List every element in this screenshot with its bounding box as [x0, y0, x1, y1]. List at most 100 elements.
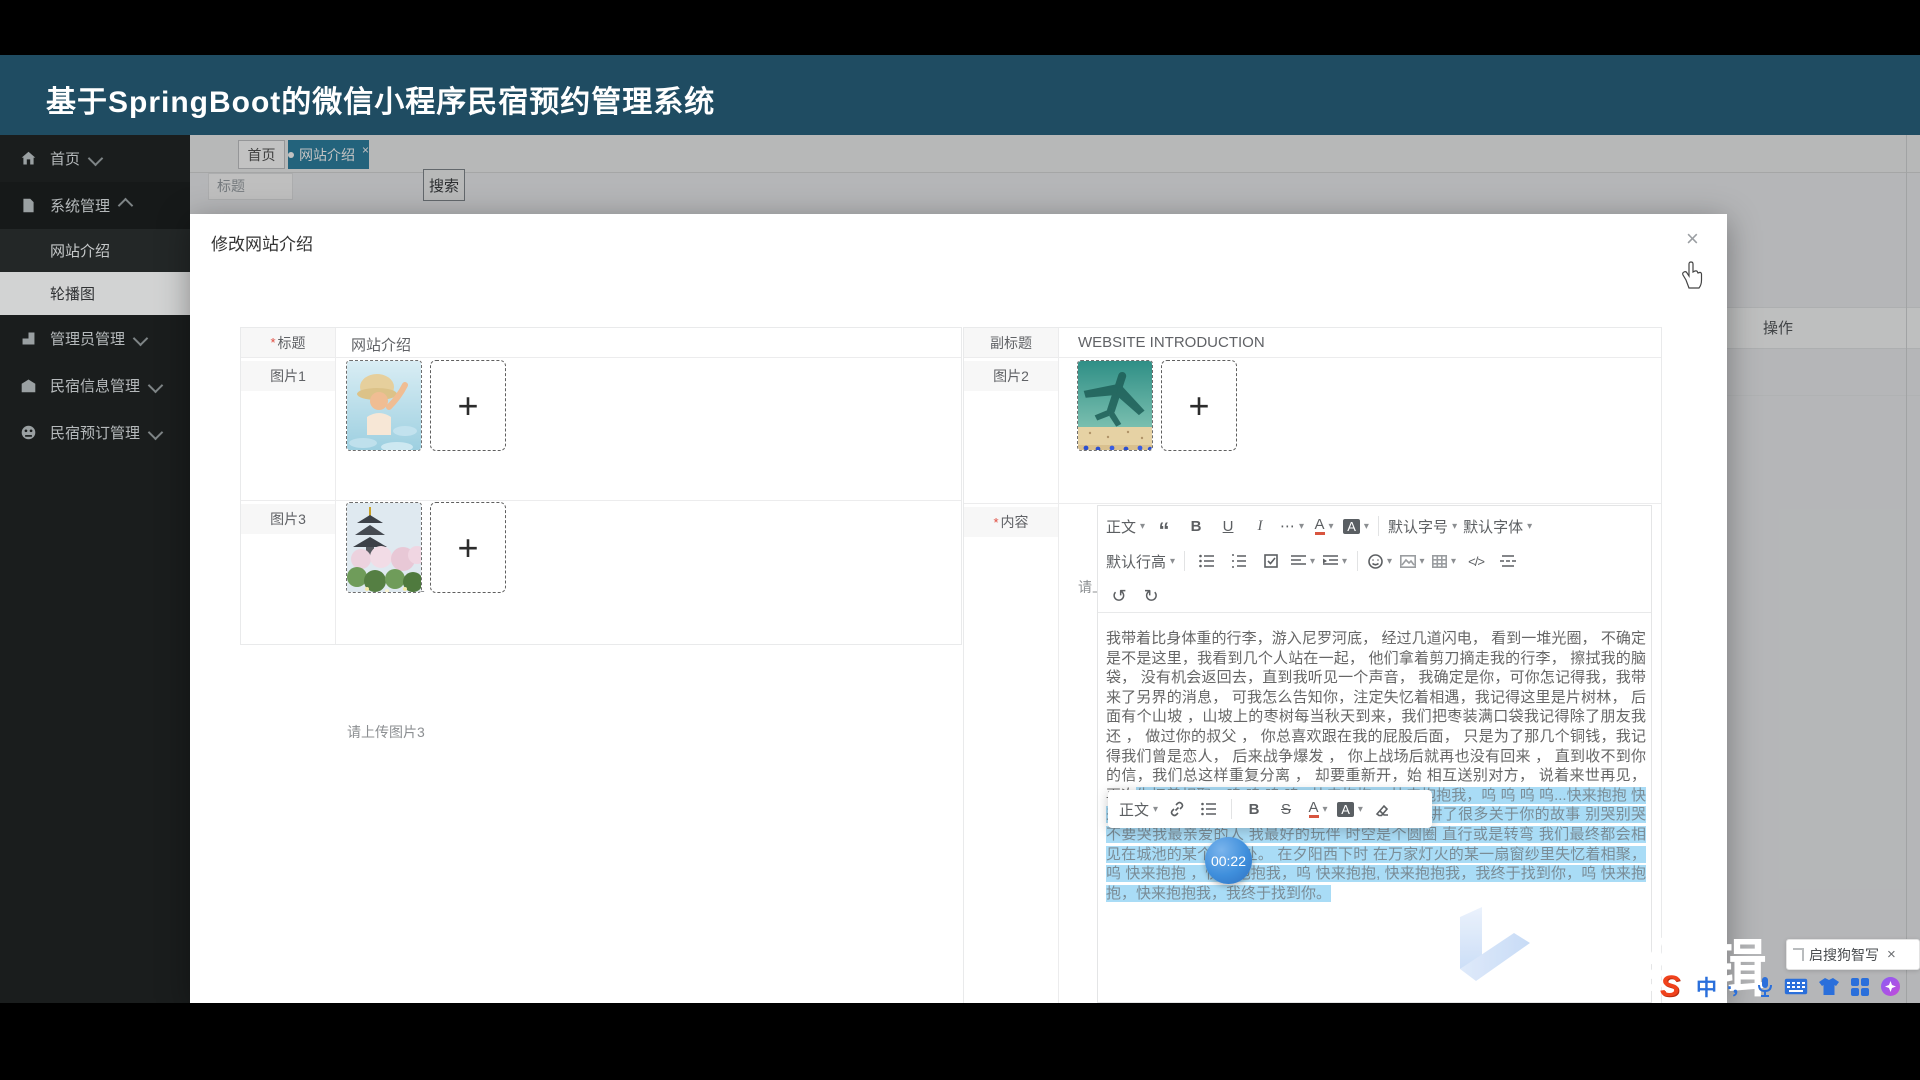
- font-color-button[interactable]: A: [1309, 801, 1319, 818]
- divider: [964, 357, 1661, 358]
- chevron-up-icon: [118, 198, 134, 214]
- numbered-list-icon[interactable]: [1226, 548, 1252, 574]
- sidebar-item-admin-mgmt[interactable]: 管理员管理: [0, 315, 190, 362]
- sogou-logo[interactable]: S: [1660, 970, 1680, 1004]
- smart-assistant-icon[interactable]: [1880, 976, 1901, 997]
- code-icon[interactable]: </>: [1463, 548, 1489, 574]
- ime-language-toggle[interactable]: 中: [1696, 972, 1717, 1002]
- bold-button[interactable]: B: [1241, 796, 1267, 822]
- font-color-button[interactable]: A: [1315, 518, 1325, 535]
- split-line-icon[interactable]: [1495, 548, 1521, 574]
- chevron-down-icon: [88, 151, 104, 167]
- image2-thumbnail[interactable]: [1077, 360, 1153, 451]
- sidebar-item-label: 民宿预订管理: [50, 422, 140, 443]
- link-icon[interactable]: [1164, 796, 1190, 822]
- skin-icon[interactable]: [1818, 977, 1840, 996]
- hand-cursor: [1680, 260, 1704, 290]
- align-dropdown-icon[interactable]: [1290, 548, 1316, 574]
- toolbox-grid-icon[interactable]: [1850, 977, 1870, 997]
- paragraph-style-dropdown[interactable]: 正文: [1119, 796, 1158, 822]
- bg-color-button[interactable]: A: [1337, 802, 1354, 817]
- sidebar-item-homestay-booking[interactable]: 民宿预订管理: [0, 409, 190, 456]
- image3-hint: 请上传图片3: [347, 722, 425, 742]
- sidebar-item-label: 首页: [50, 148, 80, 169]
- subtitle-label: 副标题: [964, 328, 1058, 357]
- bold-button[interactable]: B: [1183, 513, 1209, 539]
- sidebar-item-home[interactable]: 首页: [0, 135, 190, 182]
- more-styles-dropdown[interactable]: ⋯: [1279, 513, 1305, 539]
- sidebar-subitem-website-intro[interactable]: 网站介绍: [0, 229, 190, 272]
- home-icon: [20, 150, 37, 167]
- mic-icon[interactable]: [1756, 976, 1774, 998]
- window-icon: [20, 330, 37, 347]
- divider: [1184, 551, 1185, 571]
- todo-list-icon[interactable]: [1258, 548, 1284, 574]
- underline-button[interactable]: U: [1215, 513, 1241, 539]
- keyboard-icon[interactable]: [1784, 978, 1808, 995]
- editor-toolbar-row3: ↺ ↻: [1098, 578, 1651, 614]
- ime-punctuation-toggle[interactable]: ·，: [1727, 974, 1747, 1000]
- image2-upload-button[interactable]: +: [1161, 360, 1237, 451]
- divider: [1378, 516, 1379, 536]
- content-label: * 内容: [964, 507, 1058, 537]
- image1-thumbnail[interactable]: [346, 360, 422, 451]
- chevron-down-icon: [148, 425, 164, 441]
- divider: [1231, 799, 1232, 819]
- table-dropdown-icon[interactable]: [1431, 548, 1457, 574]
- bullet-list-icon[interactable]: [1194, 548, 1220, 574]
- clear-format-icon[interactable]: [1369, 796, 1395, 822]
- content-text: 我带着比身体重的行李，游入尼罗河底， 经过几道闪电， 看到一堆光圈， 不确定是不…: [1106, 630, 1646, 804]
- italic-button[interactable]: I: [1247, 513, 1273, 539]
- emoji-dropdown-icon[interactable]: [1367, 548, 1393, 574]
- sidebar-subitem-label: 轮播图: [50, 283, 95, 304]
- modal-title: 修改网站介绍: [211, 230, 313, 255]
- title-value-input[interactable]: 网站介绍: [351, 334, 411, 355]
- divider: [964, 503, 1661, 504]
- bg-color-button[interactable]: A: [1343, 519, 1360, 534]
- divider: [1357, 551, 1358, 571]
- modal-close-icon[interactable]: ×: [1686, 226, 1699, 252]
- app-header: 基于SpringBoot的微信小程序民宿预约管理系统: [0, 55, 1920, 135]
- image3-label: 图片3: [241, 504, 335, 534]
- selection-toolbar: 正文 B S A A: [1108, 790, 1432, 828]
- editor-toolbar-row1: 正文 “ B U I ⋯ A A 默认字号 默认字体: [1098, 508, 1651, 544]
- document-icon: [20, 197, 37, 214]
- divider: [1058, 328, 1059, 1003]
- screen-recorder-timer[interactable]: 00:22: [1205, 837, 1252, 884]
- edit-website-intro-modal: 修改网站介绍 × * 标题 网站介绍 图片1: [190, 214, 1727, 1003]
- blockquote-icon[interactable]: “: [1151, 508, 1177, 544]
- image1-upload-button[interactable]: +: [430, 360, 506, 451]
- image3-thumbnail[interactable]: [346, 502, 422, 593]
- tooltip-icon: [1793, 948, 1804, 961]
- subtitle-value-input[interactable]: WEBSITE INTRODUCTION: [1078, 334, 1265, 351]
- font-size-dropdown[interactable]: 默认字号: [1388, 513, 1457, 539]
- sidebar-item-homestay-info[interactable]: 民宿信息管理: [0, 362, 190, 409]
- title-label: * 标题: [241, 328, 335, 357]
- plus-icon: +: [457, 385, 478, 427]
- redo-icon[interactable]: ↻: [1138, 583, 1164, 609]
- bullet-list-icon[interactable]: [1196, 796, 1222, 822]
- image3-upload-button[interactable]: +: [430, 502, 506, 593]
- sidebar-item-system[interactable]: 系统管理: [0, 182, 190, 229]
- form-left-block: * 标题 网站介绍 图片1: [240, 327, 962, 645]
- sidebar-item-label: 管理员管理: [50, 328, 125, 349]
- undo-icon[interactable]: ↺: [1106, 583, 1132, 609]
- ime-toolbar: S 中 ·，: [1660, 970, 1910, 1003]
- sidebar-subitem-carousel[interactable]: 轮播图: [0, 272, 190, 315]
- indent-dropdown-icon[interactable]: [1322, 548, 1348, 574]
- font-family-dropdown[interactable]: 默认字体: [1463, 513, 1532, 539]
- image-dropdown-icon[interactable]: [1399, 548, 1425, 574]
- chevron-down-icon: [133, 331, 149, 347]
- letterbox-bottom: [0, 1003, 1920, 1080]
- building-icon: [20, 377, 37, 394]
- booking-icon: [20, 424, 37, 441]
- line-height-dropdown[interactable]: 默认行高: [1106, 548, 1175, 574]
- screen: 基于SpringBoot的微信小程序民宿预约管理系统 欢迎 admin 首页 系…: [0, 0, 1920, 1080]
- strikethrough-button[interactable]: S: [1273, 796, 1299, 822]
- rich-text-editor: 正文 “ B U I ⋯ A A 默认字号 默认字体 默认行高: [1097, 505, 1652, 1003]
- divider: [335, 328, 336, 644]
- image2-label: 图片2: [964, 361, 1058, 391]
- tooltip-close-icon[interactable]: ×: [1887, 946, 1896, 963]
- editor-content[interactable]: 我带着比身体重的行李，游入尼罗河底， 经过几道闪电， 看到一堆光圈， 不确定是不…: [1106, 629, 1646, 903]
- paragraph-style-dropdown[interactable]: 正文: [1106, 513, 1145, 539]
